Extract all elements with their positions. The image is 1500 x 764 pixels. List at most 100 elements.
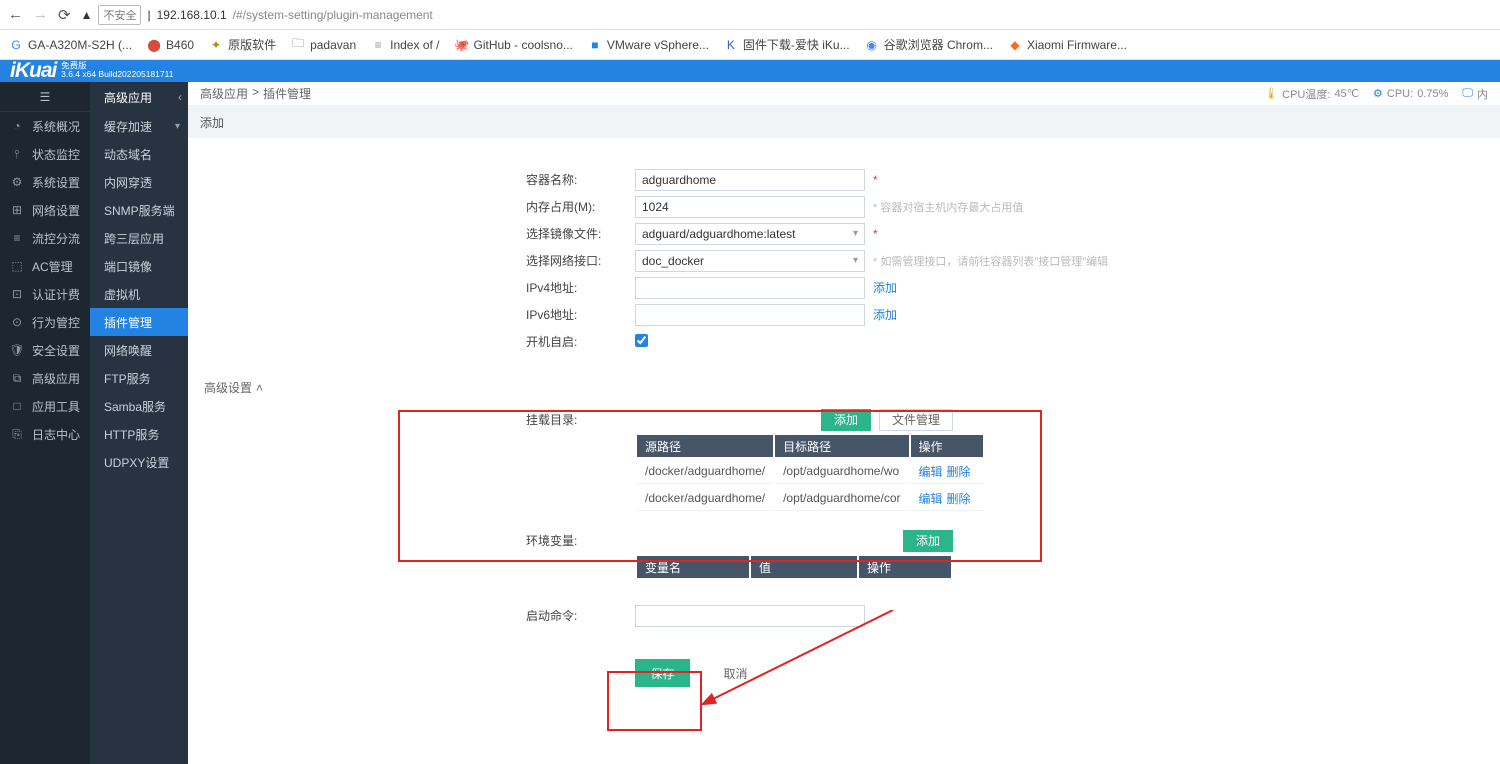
bookmark-item[interactable]: K固件下载-爱快 iKu... (723, 36, 850, 53)
thermometer-icon: 🌡 (1264, 87, 1278, 100)
save-button[interactable]: 保存 (635, 659, 690, 687)
submenu-item[interactable]: Samba服务 (90, 392, 188, 420)
submenu-item[interactable]: 虚拟机 (90, 280, 188, 308)
table-row: /docker/adguardhome//opt/adguardhome/cor… (637, 486, 983, 511)
table-row: /docker/adguardhome//opt/adguardhome/wo编… (637, 459, 983, 484)
bookmark-item[interactable]: ◆Xiaomi Firmware... (1007, 37, 1127, 53)
bookmark-item[interactable]: 🐙GitHub - coolsno... (454, 37, 573, 53)
breadcrumb: 高级应用 > 插件管理 🌡CPU温度: 45℃ ⚙CPU: 0.75% 🖵内 (188, 82, 1500, 106)
reload-button[interactable]: ⟳ (58, 6, 71, 24)
url-host: 192.168.10.1 (157, 8, 227, 22)
submenu-item[interactable]: 缓存加速▾ (90, 112, 188, 140)
bookmark-icon: 🐙 (454, 37, 470, 53)
submenu-item[interactable]: 网络唤醒 (90, 336, 188, 364)
col-env-val: 值 (751, 556, 857, 578)
crumb-l1[interactable]: 高级应用 (200, 85, 248, 102)
submenu-item[interactable]: UDPXY设置 (90, 448, 188, 476)
add-ipv6[interactable]: 添加 (873, 306, 897, 323)
sidebar-item[interactable]: □ 应用工具 (0, 392, 90, 420)
submenu-label: 动态域名 (104, 146, 152, 163)
sidebar-item[interactable]: ⊞网络设置 (0, 196, 90, 224)
back-button[interactable]: ← (8, 6, 23, 23)
sidebar-collapse[interactable]: ☰ (0, 82, 90, 112)
logo: iKuai (10, 59, 56, 83)
bookmark-icon: 🗀 (290, 37, 306, 53)
bookmark-item[interactable]: GGA-A320M-S2H (... (8, 37, 132, 53)
sidebar-icon: ⊙ (10, 315, 24, 329)
sidebar-label: 应用工具 (32, 398, 80, 415)
input-ipv6[interactable] (635, 304, 865, 326)
label-ipv6: IPv6地址: (188, 306, 635, 323)
chevron-up-icon: ˄ (256, 381, 263, 395)
sidebar-label: 行为管控 (32, 314, 80, 331)
bookmark-icon: K (723, 37, 739, 53)
advanced-settings-header[interactable]: 高级设置˄ (194, 375, 1500, 400)
sidebar-icon: □ (10, 399, 24, 413)
submenu-item[interactable]: HTTP服务 (90, 420, 188, 448)
checkbox-autostart[interactable] (635, 334, 648, 347)
bookmark-item[interactable]: 🗀 padavan (290, 37, 356, 53)
sidebar-item[interactable]: ⊡认证计费 (0, 280, 90, 308)
sidebar-icon: ⚙ (10, 175, 24, 189)
input-ipv4[interactable] (635, 277, 865, 299)
cancel-button[interactable]: 取消 (708, 659, 763, 687)
sidebar-icon: ⊞ (10, 203, 24, 217)
sidebar-label: 状态监控 (32, 146, 80, 163)
sidebar-item[interactable]: ⚙系统设置 (0, 168, 90, 196)
edit-link[interactable]: 编辑 (919, 465, 943, 479)
bookmark-icon: ◉ (864, 37, 880, 53)
sidebar-item[interactable]: ⬚AC管理 (0, 252, 90, 280)
label-memory: 内存占用(M): (188, 198, 635, 215)
sidebar-item[interactable]: ⊙ 行为管控 (0, 308, 90, 336)
delete-link[interactable]: 删除 (947, 465, 971, 479)
submenu-item[interactable]: SNMP服务端 (90, 196, 188, 224)
submenu-label: 端口镜像 (104, 258, 152, 275)
cpu-usage: ⚙CPU: 0.75% (1373, 86, 1448, 102)
edit-link[interactable]: 编辑 (919, 492, 943, 506)
sidebar-icon: ⫯ (10, 147, 24, 161)
bookmark-label: padavan (310, 38, 356, 52)
chevron-left-icon[interactable]: ‹ (178, 90, 182, 104)
input-start-cmd[interactable] (635, 605, 865, 627)
bookmark-label: VMware vSphere... (607, 38, 709, 52)
bookmark-item[interactable]: ■VMware vSphere... (587, 37, 709, 53)
sidebar-icon: ⎘ (10, 427, 24, 441)
address-bar[interactable]: ▲ 不安全 | 192.168.10.1/#/system-setting/pl… (81, 5, 433, 25)
env-add-button[interactable]: 添加 (903, 530, 953, 552)
sidebar-item[interactable]: 🛡安全设置 (0, 336, 90, 364)
submenu-item[interactable]: 动态域名 (90, 140, 188, 168)
crumb-l2[interactable]: 插件管理 (263, 85, 311, 102)
bookmark-item[interactable]: ✦原版软件 (208, 36, 276, 53)
input-memory[interactable] (635, 196, 865, 218)
cell-src: /docker/adguardhome/ (637, 486, 773, 511)
sidebar-label: AC管理 (32, 258, 73, 275)
select-image[interactable]: adguard/adguardhome:latest▾ (635, 223, 865, 245)
bookmark-item[interactable]: ≡Index of / (370, 37, 439, 53)
add-ipv4[interactable]: 添加 (873, 279, 897, 296)
sidebar-item[interactable]: ≡流控分流 (0, 224, 90, 252)
select-interface[interactable]: doc_docker▾ (635, 250, 865, 272)
bookmark-label: B460 (166, 38, 194, 52)
submenu-label: 虚拟机 (104, 286, 140, 303)
chevron-down-icon: ▾ (175, 121, 180, 132)
sidebar-item[interactable]: ⎘日志中心 (0, 420, 90, 448)
sidebar-item[interactable]: ◔系统概况 (0, 112, 90, 140)
submenu-item[interactable]: 内网穿透 (90, 168, 188, 196)
url-path: /#/system-setting/plugin-management (233, 8, 433, 22)
label-ipv4: IPv4地址: (188, 279, 635, 296)
delete-link[interactable]: 删除 (947, 492, 971, 506)
submenu-item[interactable]: 跨三层应用 (90, 224, 188, 252)
forward-button[interactable]: → (33, 6, 48, 23)
bookmark-icon: ✦ (208, 37, 224, 53)
mount-add-button[interactable]: 添加 (821, 409, 871, 431)
submenu-item[interactable]: 端口镜像 (90, 252, 188, 280)
sidebar-item[interactable]: ⧉高级应用 (0, 364, 90, 392)
file-manager-button[interactable]: 文件管理 (879, 409, 953, 431)
bookmark-item[interactable]: ◉谷歌浏览器 Chrom... (864, 36, 993, 53)
submenu-item[interactable]: 插件管理 (90, 308, 188, 336)
submenu-item[interactable]: FTP服务 (90, 364, 188, 392)
bookmark-item[interactable]: ⬤B460 (146, 37, 194, 53)
submenu: 高级应用 ‹ 缓存加速▾动态域名内网穿透SNMP服务端跨三层应用端口镜像虚拟机插… (90, 82, 188, 764)
input-container-name[interactable] (635, 169, 865, 191)
sidebar-item[interactable]: ⫯ 状态监控 (0, 140, 90, 168)
